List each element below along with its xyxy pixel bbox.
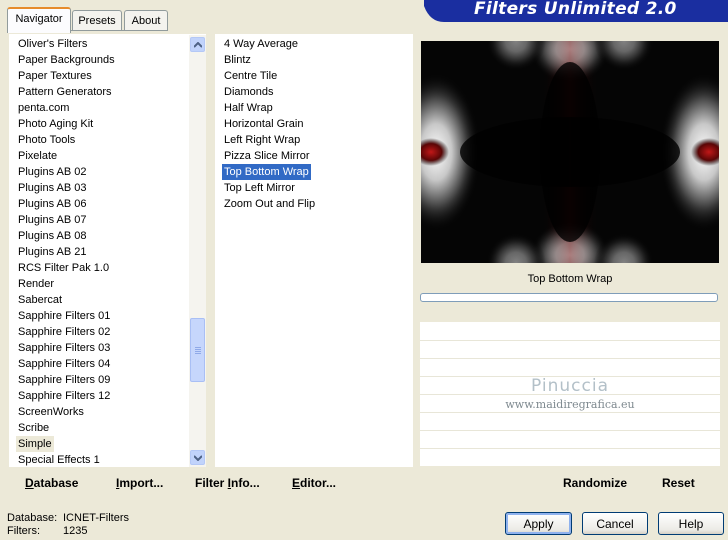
tab-about[interactable]: About: [124, 10, 168, 31]
filter-list[interactable]: 4 Way Average Blintz Centre Tile Diamonds Ha…: [215, 34, 413, 467]
param-row-divider: [420, 412, 720, 413]
category-list-item[interactable]: Plugins AB 07: [16, 212, 89, 228]
grip-line: [195, 351, 201, 352]
apply-button[interactable]: Apply: [505, 512, 572, 535]
database-status-value: ICNET-Filters: [63, 512, 129, 524]
grip-line: [195, 347, 201, 348]
scroll-up-button[interactable]: [190, 37, 205, 52]
filter-list-item[interactable]: Half Wrap: [222, 100, 275, 116]
param-row-divider: [420, 358, 720, 359]
database-button[interactable]: Database: [25, 476, 78, 490]
filter-info-button-prefix: Filter: [195, 476, 228, 490]
chevron-up-icon: [194, 42, 202, 48]
category-list-item[interactable]: RCS Filter Pak 1.0: [16, 260, 111, 276]
filter-info-button-label: nfo...: [231, 476, 260, 490]
filter-list-item[interactable]: Left Right Wrap: [222, 132, 302, 148]
preview-render: [421, 41, 719, 263]
category-list-item[interactable]: Oliver's Filters: [16, 36, 89, 52]
category-scrollbar[interactable]: [189, 35, 206, 467]
category-list-item[interactable]: Render: [16, 276, 56, 292]
filter-info-button[interactable]: Filter Info...: [195, 476, 260, 490]
filter-list-item[interactable]: Zoom Out and Flip: [222, 196, 317, 212]
editor-button[interactable]: Editor...: [292, 476, 336, 490]
category-list-item[interactable]: Special Effects 1: [16, 452, 102, 468]
app-banner: Filters Unlimited 2.0: [424, 0, 728, 22]
category-list-item[interactable]: Pattern Generators: [16, 84, 114, 100]
filter-list-item[interactable]: Top Bottom Wrap: [222, 164, 311, 180]
category-list-item[interactable]: Sapphire Filters 04: [16, 356, 112, 372]
category-list-item[interactable]: Scribe: [16, 420, 51, 436]
tab-presets[interactable]: Presets: [72, 10, 122, 31]
category-list-item[interactable]: Plugins AB 06: [16, 196, 89, 212]
help-button[interactable]: Help: [658, 512, 724, 535]
category-list-item[interactable]: Plugins AB 21: [16, 244, 89, 260]
category-list-item[interactable]: Sapphire Filters 03: [16, 340, 112, 356]
grip-line: [195, 349, 201, 350]
database-status-label: Database:: [7, 512, 58, 524]
database-button-label: atabase: [33, 476, 79, 490]
filter-list-item[interactable]: Diamonds: [222, 84, 276, 100]
category-list-item[interactable]: Sabercat: [16, 292, 64, 308]
filter-list-item[interactable]: Top Left Mirror: [222, 180, 297, 196]
category-list-item[interactable]: Plugins AB 08: [16, 228, 89, 244]
progress-bar: [420, 293, 718, 302]
editor-button-label: ditor...: [300, 476, 337, 490]
import-button[interactable]: Import...: [116, 476, 163, 490]
cancel-button[interactable]: Cancel: [582, 512, 648, 535]
category-list-item[interactable]: Photo Aging Kit: [16, 116, 95, 132]
category-list-item[interactable]: Plugins AB 03: [16, 180, 89, 196]
category-list-item[interactable]: Sapphire Filters 12: [16, 388, 112, 404]
selected-filter-name: Top Bottom Wrap: [527, 273, 613, 285]
category-list-item[interactable]: Sapphire Filters 01: [16, 308, 112, 324]
category-list-item[interactable]: penta.com: [16, 100, 71, 116]
param-row-divider: [420, 430, 720, 431]
filter-list-item[interactable]: Centre Tile: [222, 68, 279, 84]
category-list-item[interactable]: Simple: [16, 436, 54, 452]
category-list-item[interactable]: Photo Tools: [16, 132, 77, 148]
param-row-divider: [420, 340, 720, 341]
filters-count-label: Filters:: [7, 525, 40, 537]
category-list-item[interactable]: Plugins AB 02: [16, 164, 89, 180]
category-list-item[interactable]: ScreenWorks: [16, 404, 86, 420]
preview-image: [421, 41, 719, 263]
filter-list-item[interactable]: 4 Way Average: [222, 36, 300, 52]
watermark-url: www.maidiregrafica.eu: [505, 398, 635, 411]
filter-list-item[interactable]: Horizontal Grain: [222, 116, 305, 132]
category-list[interactable]: Oliver's Filters Paper Backgrounds Paper T…: [9, 34, 206, 467]
category-list-item[interactable]: Paper Textures: [16, 68, 94, 84]
chevron-down-icon: [194, 455, 202, 461]
watermark-title: Pinuccia: [531, 376, 609, 396]
database-button-mnemonic: D: [25, 476, 34, 490]
reset-button[interactable]: Reset: [662, 476, 695, 490]
filter-list-item[interactable]: Blintz: [222, 52, 253, 68]
category-list-item[interactable]: Sapphire Filters 09: [16, 372, 112, 388]
import-button-label: mport...: [119, 476, 164, 490]
filter-list-item[interactable]: Pizza Slice Mirror: [222, 148, 312, 164]
param-row-divider: [420, 448, 720, 449]
filters-count-value: 1235: [63, 525, 88, 537]
category-list-item[interactable]: Pixelate: [16, 148, 59, 164]
category-list-item[interactable]: Paper Backgrounds: [16, 52, 117, 68]
scroll-thumb[interactable]: [190, 318, 205, 382]
scroll-down-button[interactable]: [190, 450, 205, 465]
tab-navigator[interactable]: Navigator: [7, 7, 71, 33]
category-list-item[interactable]: Sapphire Filters 02: [16, 324, 112, 340]
randomize-button[interactable]: Randomize: [563, 476, 627, 490]
grip-line: [195, 353, 201, 354]
app-title: Filters Unlimited 2.0: [474, 0, 677, 19]
editor-button-mnemonic: E: [292, 476, 301, 490]
